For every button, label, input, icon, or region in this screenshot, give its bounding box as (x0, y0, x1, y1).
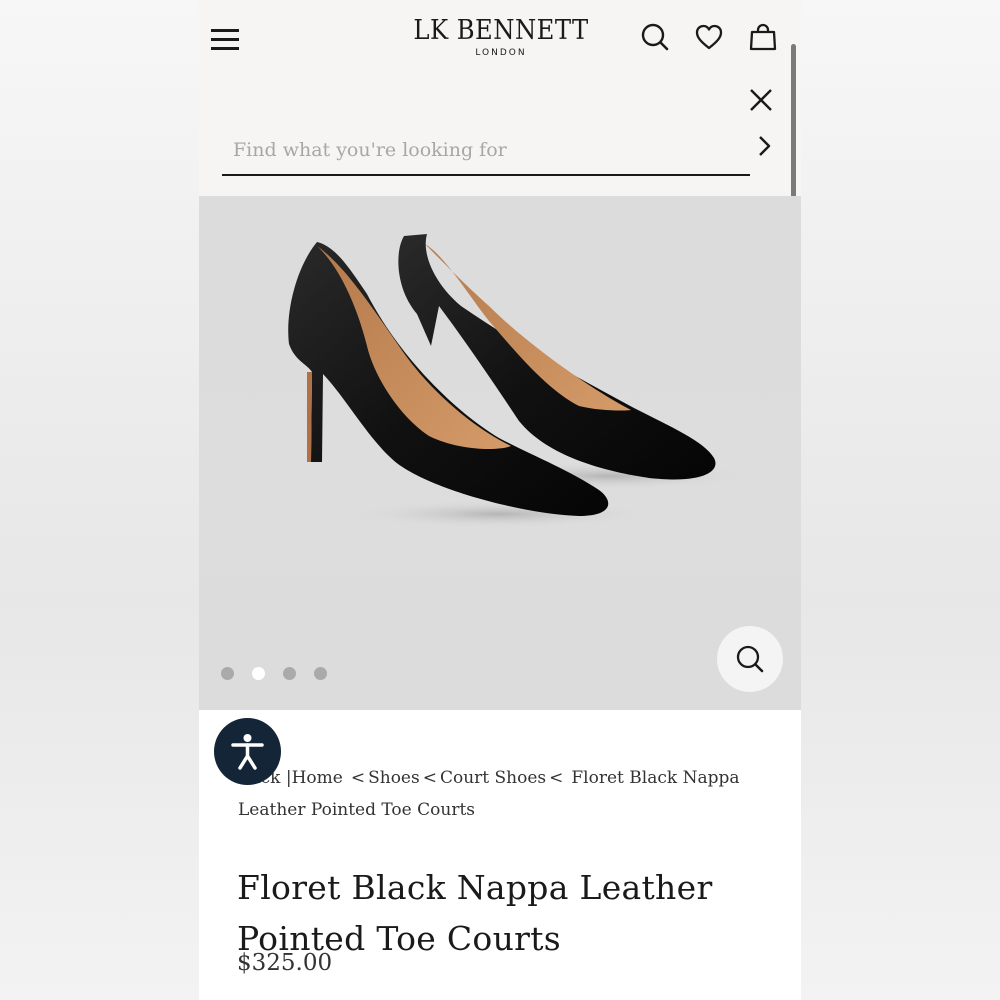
gallery-dot-3[interactable] (283, 667, 296, 680)
product-image-gallery[interactable] (199, 196, 801, 710)
chevron-right-icon[interactable] (752, 133, 776, 159)
left-backdrop (0, 0, 199, 1000)
breadcrumb-divider: | (280, 768, 292, 788)
gallery-dot-1[interactable] (221, 667, 234, 680)
site-header: LK BENNETT LONDON (199, 0, 801, 196)
search-input[interactable] (222, 134, 733, 166)
heart-icon[interactable] (694, 22, 724, 52)
right-backdrop (801, 0, 1000, 1000)
brand-logo[interactable]: LK BENNETT LONDON (399, 14, 603, 58)
accessibility-icon (231, 734, 264, 770)
hamburger-menu-icon[interactable] (211, 26, 241, 52)
gallery-dot-4[interactable] (314, 667, 327, 680)
product-title: Floret Black Nappa Leather Pointed Toe C… (237, 868, 713, 959)
zoom-button[interactable] (717, 626, 783, 692)
brand-name: LK BENNETT (413, 15, 589, 46)
gallery-dot-2[interactable] (252, 667, 265, 680)
breadcrumb-home[interactable]: Home (292, 768, 343, 788)
breadcrumb-shoes[interactable]: Shoes (368, 768, 420, 788)
shopping-bag-icon[interactable] (748, 22, 778, 52)
accessibility-button[interactable] (214, 718, 281, 785)
mobile-page: LK BENNETT LONDON Find what you're looki… (199, 0, 801, 1000)
search-field (222, 128, 750, 176)
breadcrumb-court-shoes[interactable]: Court Shoes (440, 768, 546, 788)
search-icon[interactable] (640, 22, 670, 52)
brand-subtitle: LONDON (475, 48, 527, 58)
product-price: $325.00 (237, 950, 333, 976)
product-image (288, 234, 749, 528)
close-icon[interactable] (747, 86, 775, 114)
breadcrumb: Back |Home<Shoes<Court Shoes<Floret Blac… (238, 768, 740, 820)
zoom-search-icon (736, 645, 764, 673)
